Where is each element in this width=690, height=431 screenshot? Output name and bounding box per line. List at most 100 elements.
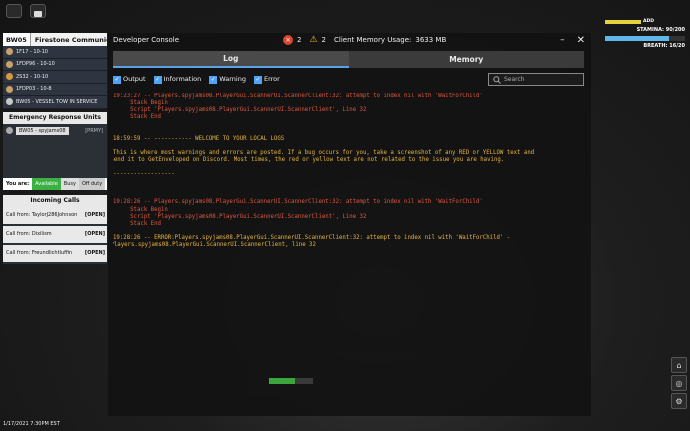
log-line: 19:23:27 -- Players.spyjams08.PlayerGui.… <box>113 93 588 100</box>
warning-count: 2 <box>321 36 327 44</box>
memory-label: Client Memory Usage: <box>334 36 412 44</box>
log-text: ------------------ <box>113 171 175 178</box>
log-text: Stack Begin <box>113 100 168 107</box>
roblox-menu-button[interactable] <box>6 4 22 18</box>
dispatch-header: BW05 Firestone Communications <box>3 33 107 46</box>
status-available-button[interactable]: Available <box>32 177 61 190</box>
log-line: Stack Begin <box>113 100 588 107</box>
filter-output[interactable]: ✓ Output <box>113 75 146 84</box>
checkbox-checked-icon: ✓ <box>113 75 121 84</box>
add-label: ADD <box>643 19 654 24</box>
log-line: Stack End <box>113 221 588 228</box>
station-row[interactable]: 1FDP96 - 10-10 <box>3 58 107 71</box>
tab-log[interactable]: Log <box>113 51 349 68</box>
station-badge-icon <box>6 98 13 106</box>
unit-label: BW05 - spyjams08 <box>16 126 69 135</box>
station-row[interactable]: 1F17 - 10-10 <box>3 46 107 59</box>
log-text: Stack End <box>113 114 161 121</box>
log-line: 19:28:26 -- Players.spyjams08.PlayerGui.… <box>113 199 588 206</box>
station-row[interactable]: BW05 - VESSEL TOW IN SERVICE <box>3 96 107 109</box>
call-row[interactable]: Call from: Freundlichtluffin [OPEN] <box>3 244 107 264</box>
callsign-tab[interactable]: BW05 <box>3 33 31 46</box>
log-line: Stack End <box>113 114 588 121</box>
filter-error[interactable]: ✓ Error <box>253 75 280 84</box>
dispatch-panel: BW05 Firestone Communications 1F17 - 10-… <box>3 33 107 283</box>
dispatch-title: Firestone Communications <box>34 35 107 44</box>
station-label: 2S32 - 10-10 <box>16 73 49 80</box>
log-line: Script 'Players.spyjams08.PlayerGui.Scan… <box>113 107 588 114</box>
station-label: 1F17 - 10-10 <box>16 48 48 55</box>
memory-value: 3633 MB <box>415 36 447 44</box>
search-icon <box>493 75 501 84</box>
eru-title: Emergency Response Units <box>3 111 107 124</box>
log-line: Stack Begin <box>113 207 588 214</box>
status-prefix: You are: <box>6 180 30 187</box>
log-line: ------------------ <box>113 171 588 178</box>
log-text: This is where most warnings and errors a… <box>113 149 535 156</box>
status-selector: You are: Available Busy Off duty <box>3 177 107 190</box>
log-text: Stack Begin <box>113 206 168 213</box>
log-line: 18:59:59 -- ----------- WELCOME TO YOUR … <box>113 136 588 143</box>
warning-icon: ⚠ <box>309 35 318 45</box>
log-line: ⚠send it to GetEnveloped on Discord. Mos… <box>113 157 588 164</box>
close-button[interactable]: ✕ <box>577 35 585 46</box>
chat-button[interactable] <box>30 4 46 18</box>
breath-bar <box>605 36 685 41</box>
minimize-button[interactable]: – <box>560 35 565 45</box>
search-input[interactable]: Search <box>488 73 584 86</box>
log-text: Script 'Players.spyjams08.PlayerGui.Scan… <box>113 213 367 220</box>
filter-warning[interactable]: ✓ Warning <box>209 75 246 84</box>
side-button-1[interactable]: ⌂ <box>671 357 687 373</box>
status-busy-button[interactable]: Busy <box>60 177 79 190</box>
error-count: 2 <box>297 36 302 44</box>
log-line: ⚠Players.spyjams08.PlayerGui.ScannerUI.S… <box>113 242 588 249</box>
checkbox-checked-icon: ✓ <box>153 75 162 84</box>
log-text: 19:23:27 -- Players.spyjams08.PlayerGui.… <box>113 93 483 99</box>
call-from: Call from: Dixilism <box>6 231 52 237</box>
side-button-2[interactable]: ◎ <box>671 375 687 391</box>
call-row[interactable]: Call from: TaylorJ286Johnson [OPEN] <box>3 206 107 226</box>
log-line: This is where most warnings and errors a… <box>113 150 588 157</box>
log-line: 19:28:26 -- ERROR:Players.spyjams08.Play… <box>113 235 588 242</box>
log-text: Players.spyjams08.PlayerGui.ScannerUI.Sc… <box>113 241 316 248</box>
add-bar <box>605 20 641 24</box>
log-line: Script 'Players.spyjams08.PlayerGui.Scan… <box>113 214 588 221</box>
call-status: [OPEN] <box>84 212 105 218</box>
station-badge-icon <box>6 73 13 81</box>
breath-label: BREATH: 16/20 <box>643 43 685 49</box>
unit-tag: [PRMY] <box>85 127 103 134</box>
status-offduty-button[interactable]: Off duty <box>78 177 106 190</box>
stamina-label: STAMINA: 90/200 <box>636 27 685 33</box>
log-text: Script 'Players.spyjams08.PlayerGui.Scan… <box>113 107 367 114</box>
call-row[interactable]: Call from: Dixilism [OPEN] <box>3 225 107 245</box>
fuel-bar <box>269 378 313 384</box>
developer-console: Developer Console × 2 ⚠ 2 Client Memory … <box>108 33 591 416</box>
call-from: Call from: Freundlichtluffin <box>6 250 73 256</box>
timestamp: 1/17/2021 7:30PM EST <box>3 421 60 427</box>
tab-memory[interactable]: Memory <box>349 51 585 68</box>
chat-icon <box>34 11 42 17</box>
station-label: BW05 - VESSEL TOW IN SERVICE <box>16 98 98 105</box>
station-row[interactable]: 1FDP03 - 10-8 <box>3 83 107 96</box>
station-label: 1FDP03 - 10-8 <box>16 86 52 93</box>
filter-bar: ✓ Output ✓ Information ✓ Warning ✓ Error <box>113 75 280 84</box>
log-text: Stack End <box>113 220 161 227</box>
side-button-3[interactable]: ⚙ <box>671 393 687 409</box>
station-label: 1FDP96 - 10-10 <box>16 61 55 68</box>
call-status: [OPEN] <box>84 231 105 237</box>
console-titlebar: Developer Console × 2 ⚠ 2 Client Memory … <box>108 33 591 47</box>
log-text: 19:28:26 -- ERROR:Players.spyjams08.Play… <box>113 234 511 241</box>
unit-row[interactable]: BW05 - spyjams08 [PRMY] <box>3 123 107 138</box>
calls-list: Call from: TaylorJ286Johnson [OPEN] Call f… <box>3 206 107 264</box>
log-text: send it to GetEnveloped on Discord. Most… <box>113 156 505 163</box>
station-row[interactable]: 2S32 - 10-10 <box>3 71 107 84</box>
search-placeholder: Search <box>504 76 525 83</box>
filter-information[interactable]: ✓ Information <box>153 75 201 84</box>
